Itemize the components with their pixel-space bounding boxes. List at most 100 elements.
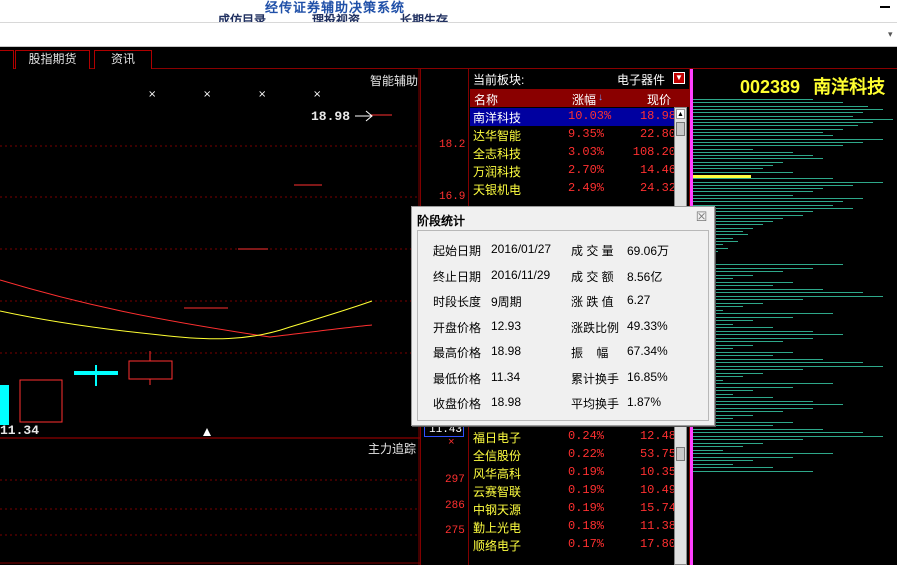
sector-row[interactable]: 天银机电 2.49% 24.32 — [470, 180, 676, 198]
depth-bar — [693, 334, 843, 335]
col-name[interactable]: 名称 — [474, 91, 498, 108]
tab-index-futures[interactable]: 股指期货 — [15, 50, 90, 69]
sector-row[interactable]: 风华高科 0.19% 10.35 — [470, 464, 676, 482]
ma-line-yellow — [0, 300, 373, 340]
toolbar-overflow-icon[interactable]: ▾ — [888, 29, 893, 40]
stat-label: 收盘价格 — [433, 397, 482, 411]
depth-bar — [693, 467, 773, 468]
stock-name: 达华智能 — [473, 129, 522, 143]
scale-tick: 16.9 — [439, 191, 466, 203]
minimize-icon[interactable] — [880, 6, 890, 8]
stock-name: 中钢天源 — [473, 503, 522, 517]
sector-row[interactable]: 勤上光电 0.18% 11.38 — [470, 518, 676, 536]
depth-bar — [693, 135, 833, 137]
price-low-label: 11.34 — [0, 423, 40, 438]
stat-label: 涨 跌 值 — [571, 295, 614, 309]
stat-value: 49.33% — [627, 318, 668, 333]
sector-row[interactable]: 万润科技 2.70% 14.46 — [470, 162, 676, 180]
depth-bar — [693, 128, 843, 130]
stock-name: 万润科技 — [473, 165, 522, 179]
tab-news[interactable]: 资讯 — [94, 50, 152, 69]
sub-close-icon[interactable]: × — [448, 437, 455, 449]
toolbar: ▾ — [0, 22, 897, 47]
dialog-title: 阶段统计 — [417, 214, 466, 228]
stage-stats-dialog[interactable]: 阶段统计 ☒ 起始日期 2016/01/27 终止日期 2016/11/29 时段长度 9… — [411, 206, 715, 426]
marker-triangle — [203, 428, 211, 436]
depth-bar — [693, 428, 823, 430]
price: 10.35 — [639, 465, 676, 479]
stock-name: 全信股份 — [473, 449, 522, 463]
stat-value: 6.27 — [627, 293, 651, 307]
depth-bar — [693, 181, 883, 183]
sector-row[interactable]: 福日电子 0.24% 12.48 — [470, 428, 676, 446]
stock-name: 南洋科技 — [473, 111, 522, 125]
scrollbar-top[interactable]: ▲ — [674, 107, 687, 220]
sector-row[interactable]: 全志科技 3.03% 108.20 — [470, 144, 676, 162]
column-header: 名称 涨幅 ↓ 现价 — [470, 89, 690, 107]
stat-label: 时段长度 — [433, 295, 482, 309]
kline-chart[interactable]: × × × × 智能辅助 18.98 11.34 主力追踪 — [0, 69, 420, 565]
title-bar: 经传证券辅助决策系统 成仿目录 理投视资 长期生存 — [0, 0, 897, 22]
candle-4 — [128, 360, 173, 380]
sector-row[interactable]: 中钢天源 0.19% 15.74 — [470, 500, 676, 518]
depth-bar — [693, 362, 863, 363]
sector-value[interactable]: 电子器件 — [617, 71, 665, 88]
stat-label: 开盘价格 — [433, 320, 482, 335]
change-pct: 10.03% — [568, 109, 612, 123]
depth-bar — [693, 463, 733, 465]
stat-value: 69.06万 — [627, 244, 670, 258]
stat-label: 成 交 量 — [571, 244, 614, 258]
depth-bar — [693, 158, 823, 160]
tab-previous[interactable] — [0, 50, 14, 69]
depth-bar — [693, 194, 793, 196]
change-pct: 0.24% — [568, 429, 605, 443]
stat-label: 起始日期 — [433, 244, 482, 258]
depth-bar — [693, 99, 813, 100]
stock-name: 南洋科技 — [813, 77, 886, 97]
stat-value: 67.34% — [627, 344, 668, 358]
sector-row[interactable]: 全信股份 0.22% 53.75 — [470, 446, 676, 464]
tab-bar: 股指期货 资讯 — [0, 47, 897, 69]
price: 24.32 — [639, 181, 676, 195]
col-price[interactable]: 现价 — [647, 91, 671, 108]
stock-name: 福日电子 — [473, 431, 522, 445]
candle-2 — [19, 379, 63, 423]
sector-row[interactable]: 顺络电子 0.17% 17.80 — [470, 536, 676, 554]
stat-value: 9周期 — [491, 295, 522, 309]
depth-bar — [693, 102, 843, 104]
sector-row[interactable]: 达华智能 9.35% 22.80 — [470, 126, 676, 144]
scale-tick: 297 — [445, 474, 465, 486]
depth-bar — [693, 453, 833, 454]
menu-fragment-2[interactable]: 理投视资 — [312, 11, 360, 22]
stock-name: 天银机电 — [473, 183, 522, 197]
depth-bar — [693, 165, 773, 166]
menu-fragment-3[interactable]: 长期生存 — [400, 11, 448, 22]
depth-bar — [693, 118, 893, 120]
depth-bar — [693, 456, 793, 458]
change-pct: 0.19% — [568, 483, 605, 497]
stat-label: 平均换手 — [571, 397, 620, 411]
depth-bar — [693, 148, 753, 150]
marker-x-1: × — [148, 89, 156, 100]
stat-label: 涨跌比例 — [571, 320, 620, 335]
stat-label: 终止日期 — [433, 269, 482, 284]
sector-header: 当前板块: 电子器件 ▼ — [469, 69, 691, 89]
change-pct: 2.49% — [568, 181, 605, 195]
close-icon[interactable]: ☒ — [695, 210, 708, 224]
stock-header: 002389 南洋科技 — [740, 73, 885, 99]
depth-bar — [693, 264, 843, 265]
sector-row[interactable]: 云赛智联 0.19% 10.49 — [470, 482, 676, 500]
change-pct: 0.19% — [568, 465, 605, 479]
col-pct[interactable]: 涨幅 — [572, 91, 596, 108]
sector-row[interactable]: 南洋科技 10.03% 18.98 — [470, 108, 676, 126]
menu-fragment-1[interactable]: 成仿目录 — [218, 11, 266, 22]
indicator-label: 智能辅助 — [370, 74, 419, 88]
change-pct: 0.17% — [568, 537, 605, 551]
depth-bar — [693, 188, 823, 190]
price: 22.80 — [639, 127, 676, 141]
change-pct: 2.70% — [568, 163, 605, 177]
stock-code: 002389 — [740, 77, 801, 97]
stat-value: 18.98 — [491, 395, 522, 409]
sector-dropdown-icon[interactable]: ▼ — [673, 72, 685, 84]
scrollbar-bottom[interactable] — [674, 426, 687, 565]
